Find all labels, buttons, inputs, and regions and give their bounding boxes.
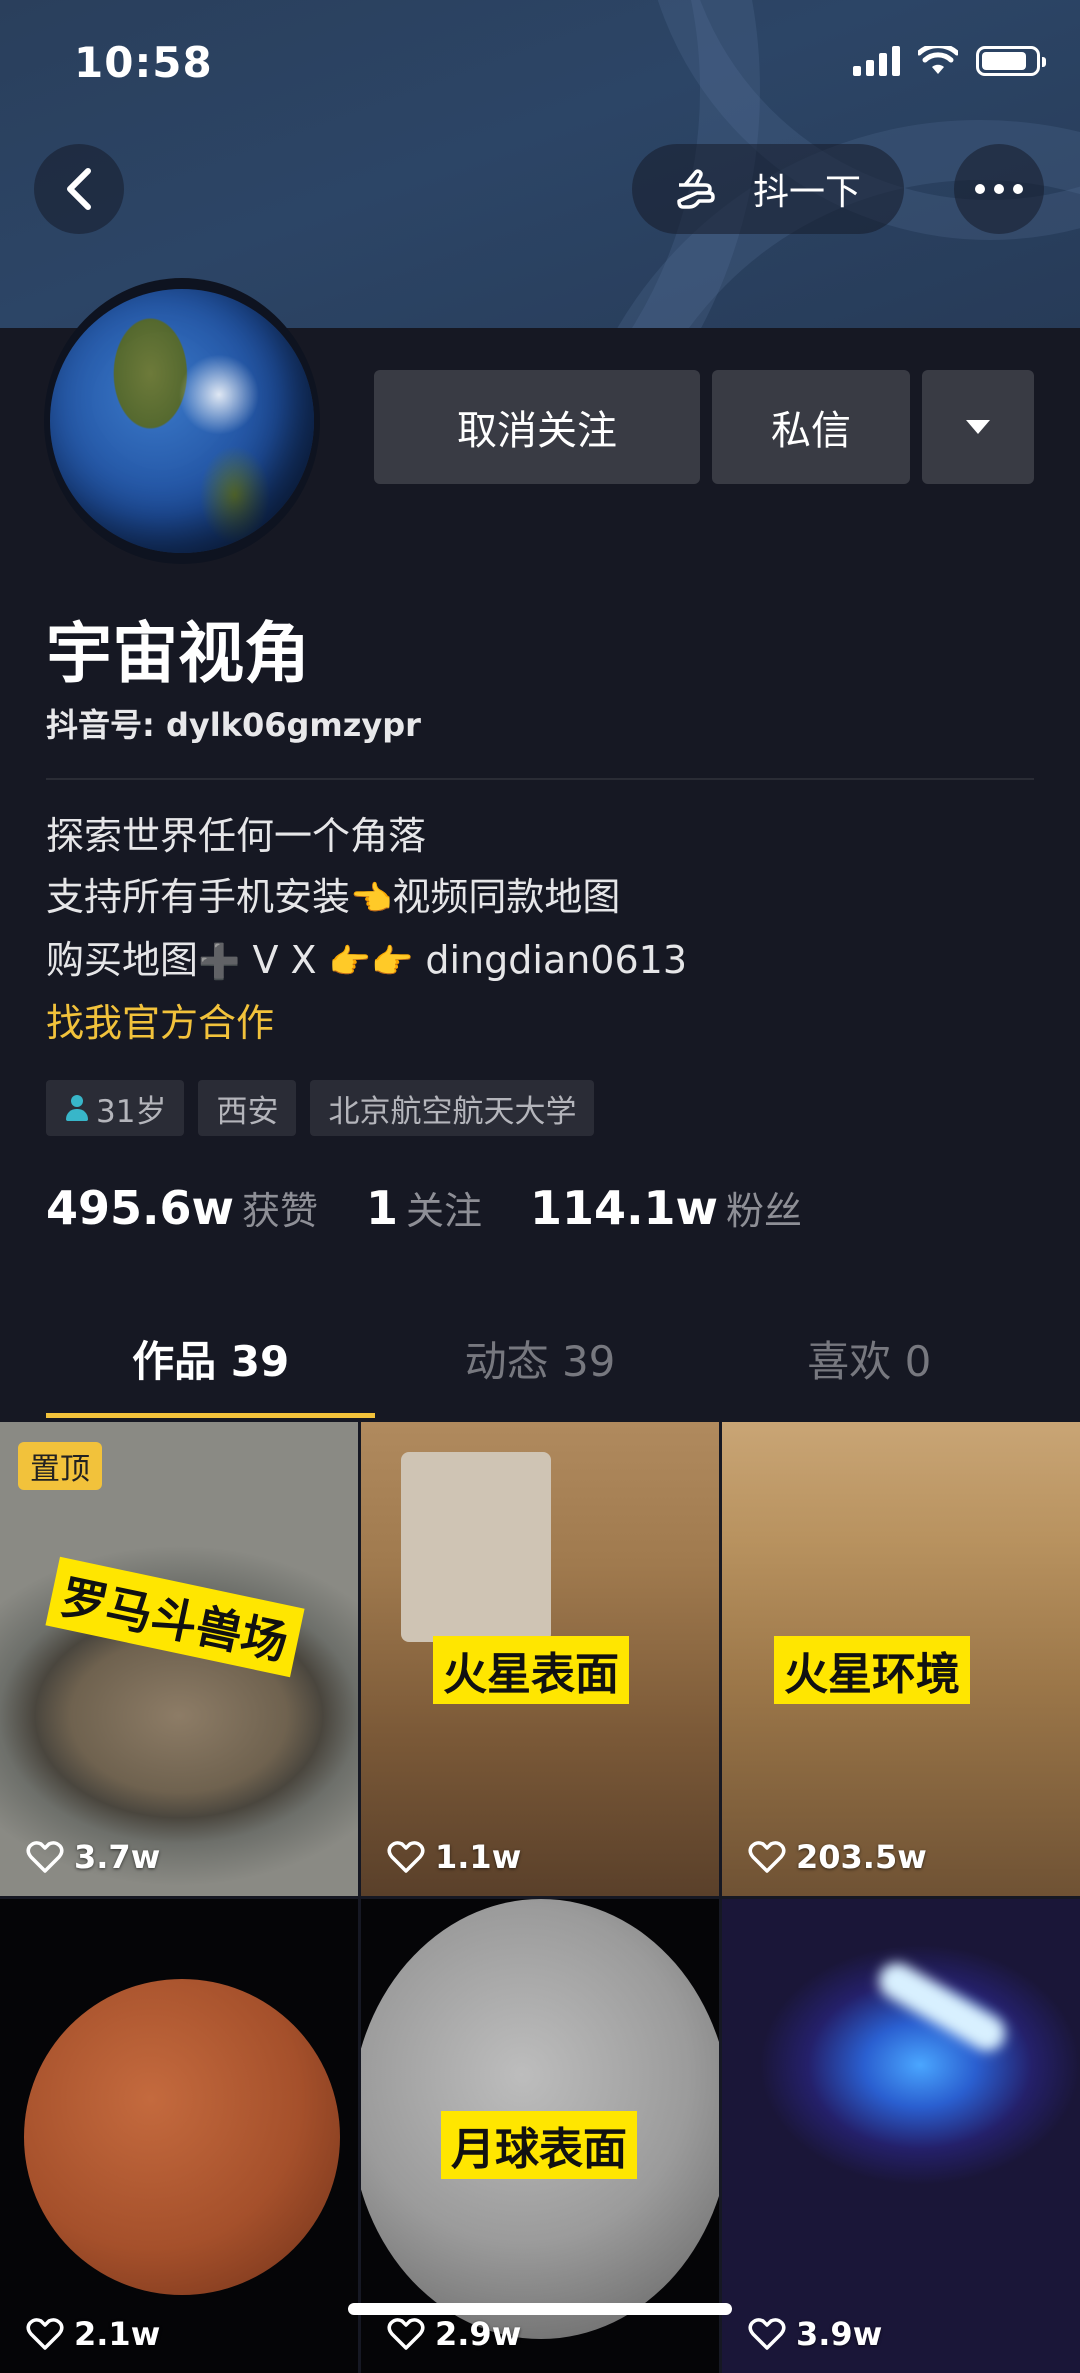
douyin-id[interactable]: 抖音号: dylk06gmzypr	[46, 700, 421, 746]
dropdown-button[interactable]	[922, 370, 1034, 484]
video-grid: 置顶 罗马斗兽场 3.7w 火星表面 1.1w 火星环境 203.5w 2.1w…	[0, 1422, 1080, 2373]
tag-location-label: 西安	[216, 1093, 279, 1130]
heart-icon	[26, 1841, 64, 1873]
video-likes: 1.1w	[387, 1838, 521, 1876]
pinned-badge: 置顶	[18, 1442, 102, 1490]
bio-line-2: 支持所有手机安装👈视频同款地图	[46, 867, 687, 930]
tag-age-label: 31岁	[96, 1093, 167, 1130]
video-likes: 3.7w	[26, 1838, 160, 1876]
more-button[interactable]	[954, 144, 1044, 234]
bio-line-3-vx: V X	[240, 938, 329, 982]
tab-activity[interactable]: 动态 39	[375, 1326, 704, 1418]
profile-stats: 495.6w 获赞 1 关注 114.1w 粉丝	[46, 1180, 850, 1235]
stat-followers-num: 114.1w	[530, 1181, 719, 1235]
tab-works[interactable]: 作品 39	[46, 1326, 376, 1418]
video-likes-count: 2.9w	[435, 2315, 522, 2353]
tag-school-label: 北京航空航天大学	[328, 1093, 577, 1130]
shake-label: 抖一下	[752, 172, 861, 213]
video-caption: 月球表面	[441, 2111, 637, 2179]
caret-down-icon	[966, 420, 990, 434]
profile-name: 宇宙视角	[46, 615, 310, 692]
bio-line-3-text: 购买地图	[46, 938, 199, 982]
video-likes: 2.1w	[26, 2315, 160, 2353]
content-tabs: 作品 39 动态 39 喜欢 0	[46, 1326, 1034, 1418]
heart-icon	[748, 1841, 786, 1873]
tab-liked[interactable]: 喜欢 0	[705, 1326, 1034, 1418]
hand-pointer-icon	[677, 169, 715, 209]
bio-line-2-after: 视频同款地图	[392, 875, 621, 919]
divider	[46, 778, 1034, 780]
video-caption: 火星表面	[433, 1636, 629, 1704]
stat-likes[interactable]: 495.6w 获赞	[46, 1180, 318, 1235]
back-icon	[67, 168, 91, 210]
stat-followers-label: 粉丝	[726, 1189, 803, 1233]
video-thumbnail[interactable]: 置顶 罗马斗兽场 3.7w	[0, 1422, 358, 1896]
stat-following[interactable]: 1 关注	[366, 1180, 482, 1235]
bio-line-3-after: dingdian0613	[413, 938, 688, 982]
more-icon	[975, 184, 1023, 194]
video-likes: 2.9w	[387, 2315, 521, 2353]
video-thumbnail[interactable]: 火星表面 1.1w	[361, 1422, 719, 1896]
wifi-icon	[918, 46, 958, 74]
rover-shape	[401, 1452, 551, 1642]
video-thumbnail[interactable]: 月球表面 2.9w	[361, 1899, 719, 2373]
video-likes-count: 203.5w	[796, 1838, 927, 1876]
meteor-glow	[872, 1956, 1012, 2058]
status-icons	[853, 46, 1046, 76]
video-likes: 3.9w	[748, 2315, 882, 2353]
heart-icon	[748, 2318, 786, 2350]
video-likes-count: 2.1w	[74, 2315, 161, 2353]
person-icon	[64, 1093, 90, 1123]
pointing-right-emoji: 👉👉	[328, 942, 414, 982]
tag-location: 西安	[198, 1080, 297, 1136]
shake-button[interactable]: 抖一下	[632, 144, 904, 234]
back-button[interactable]	[34, 144, 124, 234]
bio-line-3: 购买地图➕ V X 👉👉 dingdian0613	[46, 930, 687, 993]
earth-avatar-image	[50, 289, 314, 553]
pointing-left-emoji: 👈	[350, 879, 393, 919]
message-button[interactable]: 私信	[712, 370, 910, 484]
video-caption: 罗马斗兽场	[45, 1556, 305, 1678]
stat-likes-num: 495.6w	[46, 1181, 234, 1235]
mars-planet	[24, 1979, 340, 2295]
heart-icon	[387, 2318, 425, 2350]
video-thumbnail[interactable]: 2.1w	[0, 1899, 358, 2373]
cooperation-link[interactable]: 找我官方合作	[46, 993, 687, 1054]
avatar[interactable]	[44, 278, 320, 564]
bio-line-2-text: 支持所有手机安装	[46, 875, 351, 919]
profile-tags: 31岁 西安 北京航空航天大学	[46, 1080, 595, 1136]
video-likes-count: 3.9w	[796, 2315, 883, 2353]
stat-following-num: 1	[366, 1181, 399, 1235]
status-time: 10:58	[74, 38, 213, 87]
signal-icon	[853, 46, 900, 76]
bio-line-1: 探索世界任何一个角落	[46, 814, 427, 858]
heart-icon	[26, 2318, 64, 2350]
plus-emoji: ➕	[198, 942, 241, 982]
stat-followers[interactable]: 114.1w 粉丝	[530, 1180, 802, 1235]
home-indicator[interactable]	[348, 2303, 732, 2315]
video-thumbnail[interactable]: 3.9w	[722, 1899, 1080, 2373]
tag-age: 31岁	[46, 1080, 185, 1136]
heart-icon	[387, 1841, 425, 1873]
video-caption: 火星环境	[774, 1636, 970, 1704]
stat-likes-label: 获赞	[242, 1189, 319, 1233]
video-likes: 203.5w	[748, 1838, 927, 1876]
video-likes-count: 1.1w	[435, 1838, 522, 1876]
video-likes-count: 3.7w	[74, 1838, 161, 1876]
stat-following-label: 关注	[406, 1189, 483, 1233]
tag-school: 北京航空航天大学	[310, 1080, 595, 1136]
bio: 探索世界任何一个角落 支持所有手机安装👈视频同款地图 购买地图➕ V X 👉👉 …	[46, 806, 687, 1054]
unfollow-button[interactable]: 取消关注	[374, 370, 700, 484]
battery-icon	[976, 46, 1046, 76]
video-thumbnail[interactable]: 火星环境 203.5w	[722, 1422, 1080, 1896]
status-bar: 10:58	[0, 0, 1080, 130]
